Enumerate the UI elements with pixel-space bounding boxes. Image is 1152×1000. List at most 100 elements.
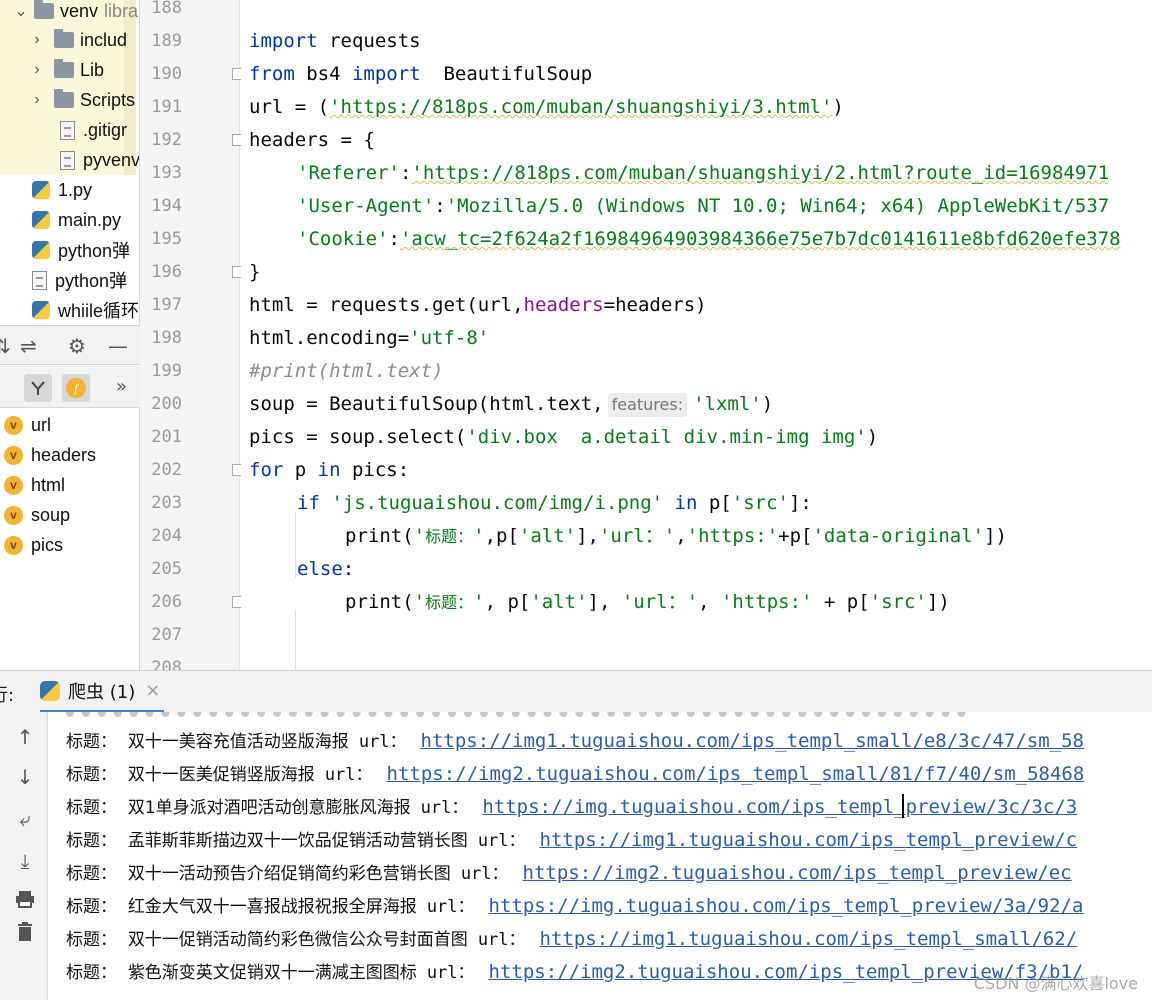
console-row: 标题： 紫色渐变英文促销双十一满减主图图标 url： https://img2.tu… bbox=[66, 961, 1084, 983]
code-line-193: 'Referer':'https://818ps.com/muban/shuan… bbox=[297, 162, 1110, 184]
code-line-191: url = ('https://818ps.com/muban/shuangsh… bbox=[249, 96, 844, 118]
structure-item-soup[interactable]: v soup bbox=[4, 500, 70, 530]
line-number: 201 bbox=[151, 427, 182, 447]
url-link[interactable]: https://img1.tuguaishou.com/ips_templ_sm… bbox=[421, 730, 1084, 752]
tree-item-venv[interactable]: ⌄ venv libra bbox=[14, 0, 138, 26]
line-number: 195 bbox=[151, 229, 182, 249]
variable-icon: v bbox=[4, 535, 23, 555]
structure-list: v url v headers v html v soup v pics bbox=[0, 408, 140, 670]
down-arrow-icon[interactable]: ↓ bbox=[14, 766, 36, 788]
tree-item-include[interactable]: › includ bbox=[30, 25, 127, 55]
tree-item-1py[interactable]: 1.py bbox=[32, 175, 92, 205]
code-line-189: import requests bbox=[249, 30, 421, 52]
scroll-to-end-icon[interactable]: ⤓ bbox=[14, 850, 36, 872]
folder-icon bbox=[54, 59, 74, 78]
url-link[interactable]: https://img1.tuguaishou.com/ips_templ_sm… bbox=[540, 928, 1078, 950]
chevron-right-icon[interactable]: › bbox=[30, 61, 44, 79]
code-line-202: for p in pics: bbox=[249, 459, 410, 481]
url-link[interactable]: https://img.tuguaishou.com/ips_templ_pre… bbox=[489, 895, 1084, 917]
line-number: 196 bbox=[151, 262, 182, 282]
tree-item-suffix: libra bbox=[104, 0, 139, 21]
run-toolbar: ↑ ↓ ⤶ ⤓ bbox=[0, 712, 48, 1000]
gitignore-file-icon bbox=[60, 120, 75, 140]
url-link[interactable]: https://img.tuguaishou.com/ips_templ_pre… bbox=[482, 796, 1077, 818]
code-line-203: if 'js.tuguaishou.com/img/i.png' in p['s… bbox=[297, 492, 812, 514]
indent-guide bbox=[295, 512, 296, 578]
console-row: 标题： 双十一美容充值活动竖版海报 url： https://img1.tuguai… bbox=[66, 730, 1084, 752]
text-file-icon bbox=[60, 150, 75, 170]
console-row: 标题： 双十一活动预告介绍促销简约彩色营销长图 url： https://img2.… bbox=[66, 862, 1072, 884]
structure-item-label: url bbox=[31, 414, 52, 435]
tab-run-crawler[interactable]: 爬虫 (1) × bbox=[40, 671, 165, 713]
code-line-199: #print(html.text) bbox=[249, 360, 444, 382]
trash-icon[interactable] bbox=[14, 922, 36, 946]
code-line-196: } bbox=[249, 261, 261, 283]
console-row: 标题： 双1单身派对酒吧活动创意膨胀风海报 url： https://img.tug… bbox=[66, 796, 1078, 818]
line-number-gutter[interactable]: 188 189 190 191 192 193 194 195 196 197 … bbox=[140, 0, 243, 678]
tree-item-python-popup-1[interactable]: python弹 bbox=[32, 235, 130, 265]
tree-item-label: 1.py bbox=[58, 179, 93, 200]
code-line-197: html = requests.get(url,headers=headers) bbox=[249, 294, 707, 316]
structure-item-pics[interactable]: v pics bbox=[4, 530, 63, 560]
line-number: 188 bbox=[151, 0, 182, 18]
line-number: 191 bbox=[151, 97, 182, 117]
collapse-icon[interactable]: ⇅ bbox=[0, 334, 11, 358]
tree-item-label: Scripts bbox=[80, 89, 136, 110]
tree-item-python-popup-2[interactable]: python弹 bbox=[32, 265, 127, 295]
url-link[interactable]: https://img1.tuguaishou.com/ips_templ_pr… bbox=[540, 829, 1078, 851]
python-icon bbox=[40, 680, 60, 701]
soft-wrap-icon[interactable]: ⤶ bbox=[14, 808, 36, 830]
gear-icon[interactable]: ⚙ bbox=[68, 334, 86, 358]
structure-item-label: soup bbox=[31, 504, 71, 525]
tree-item-pyvenv[interactable]: pyvenv bbox=[60, 145, 140, 175]
structure-item-url[interactable]: v url bbox=[4, 410, 51, 440]
text-cursor bbox=[902, 794, 904, 818]
expand-icon[interactable]: ⇌ bbox=[20, 334, 37, 358]
run-panel-header: 行: 爬虫 (1) × bbox=[0, 670, 1152, 713]
code-line-198: html.encoding='utf-8' bbox=[249, 327, 490, 349]
code-line-205: else: bbox=[297, 558, 355, 580]
tree-item-lib[interactable]: › Lib bbox=[30, 55, 104, 85]
more-icon[interactable]: » bbox=[116, 375, 127, 399]
code-editor[interactable]: import requests from bs4 import Beautifu… bbox=[241, 0, 1152, 670]
url-link[interactable]: https://img2.tuguaishou.com/ips_templ_sm… bbox=[387, 763, 1085, 785]
close-icon[interactable]: × bbox=[145, 680, 160, 701]
line-number: 189 bbox=[151, 31, 182, 51]
line-number: 204 bbox=[151, 526, 182, 546]
tree-item-mainpy[interactable]: main.py bbox=[32, 205, 121, 235]
line-number: 200 bbox=[151, 394, 182, 414]
tree-item-label: Lib bbox=[80, 59, 105, 80]
line-number: 203 bbox=[151, 493, 182, 513]
code-line-192: headers = { bbox=[249, 129, 375, 151]
tree-item-gitignore[interactable]: .gitigr bbox=[60, 115, 127, 145]
chevron-right-icon[interactable]: › bbox=[30, 91, 44, 109]
line-number: 206 bbox=[151, 592, 182, 612]
variable-icon: v bbox=[4, 475, 23, 495]
chevron-right-icon[interactable]: › bbox=[30, 31, 44, 49]
line-number: 190 bbox=[151, 64, 182, 84]
structure-item-headers[interactable]: v headers bbox=[4, 440, 96, 470]
tree-item-while-loop[interactable]: whiile循环 bbox=[32, 295, 139, 325]
run-console-output[interactable]: 标题： 双十一美容充值活动竖版海报 url： https://img1.tuguai… bbox=[48, 712, 1152, 1000]
functions-filter-icon[interactable]: f bbox=[62, 374, 90, 402]
tree-item-label: pyvenv bbox=[83, 149, 140, 170]
structure-filter-bar: f » bbox=[0, 366, 140, 408]
chevron-down-icon[interactable]: ⌄ bbox=[14, 1, 28, 21]
line-number: 198 bbox=[151, 328, 182, 348]
code-line-206: print('标题：', p['alt'], 'url：', 'https:' … bbox=[345, 591, 950, 613]
minimize-icon[interactable]: — bbox=[108, 334, 128, 358]
python-file-icon bbox=[32, 211, 50, 229]
line-number: 194 bbox=[151, 196, 182, 216]
url-link[interactable]: https://img2.tuguaishou.com/ips_templ_pr… bbox=[523, 862, 1072, 884]
structure-item-html[interactable]: v html bbox=[4, 470, 65, 500]
up-arrow-icon[interactable]: ↑ bbox=[14, 726, 36, 748]
tree-item-label: python弹 bbox=[55, 271, 128, 291]
tree-item-label: main.py bbox=[58, 209, 122, 230]
tab-label: 爬虫 (1) bbox=[68, 681, 136, 703]
tree-item-scripts[interactable]: › Scripts bbox=[30, 85, 135, 115]
print-icon[interactable] bbox=[14, 890, 36, 912]
code-line-195: 'Cookie':'acw_tc=2f624a2f169849649039843… bbox=[297, 228, 1121, 250]
variable-icon: v bbox=[4, 445, 23, 465]
fields-filter-icon[interactable] bbox=[24, 374, 52, 402]
function-icon: f bbox=[66, 378, 86, 398]
